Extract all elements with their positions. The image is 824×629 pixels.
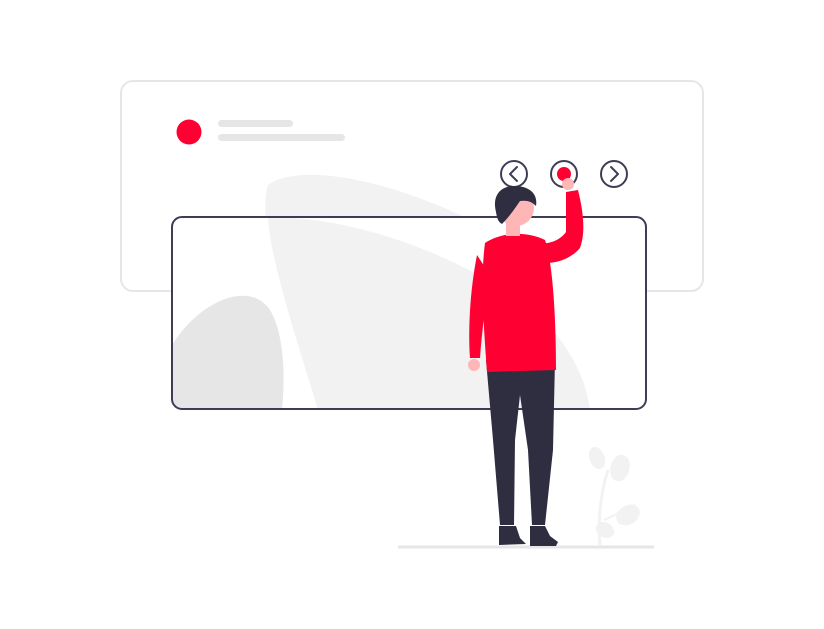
- subtitle-placeholder-bar: [218, 134, 345, 141]
- person-shoe-left: [499, 526, 526, 545]
- carousel-next-button[interactable]: [600, 160, 628, 188]
- avatar-dot-icon: [176, 119, 202, 145]
- person-right-hand: [562, 178, 574, 190]
- next-button-ring: [600, 160, 628, 188]
- plant-icon: [588, 446, 640, 546]
- carousel-prev-button[interactable]: [500, 160, 528, 188]
- title-placeholder-bar: [218, 120, 293, 127]
- illustration-scene: [120, 80, 704, 549]
- person-pants: [486, 360, 555, 525]
- person-shoe-right: [530, 526, 558, 546]
- prev-button-ring: [500, 160, 528, 188]
- person-left-hand: [468, 359, 480, 371]
